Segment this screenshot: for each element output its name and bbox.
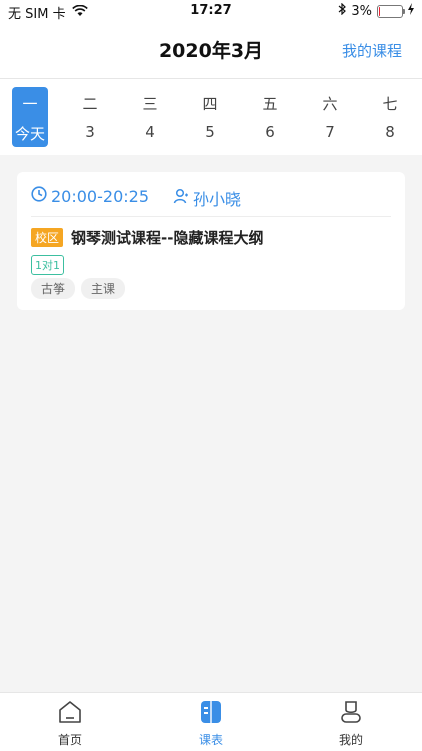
day-date: 7 [325,123,335,141]
course-teacher: 孙小晓 [173,186,241,210]
day-date: 4 [145,123,155,141]
day-date: 3 [85,123,95,141]
teacher-name: 孙小晓 [193,190,242,209]
day-date: 5 [205,123,215,141]
day-date: 8 [385,123,395,141]
schedule-icon [198,701,224,729]
course-name: 钢琴测试课程--隐藏课程大纲 [71,229,264,247]
course-tags: 古筝 主课 [31,278,126,299]
charging-icon [408,3,414,19]
tab-home[interactable]: 首页 [30,699,110,748]
day-weekday: 四 [202,95,218,113]
day-date: 今天 [14,125,45,143]
profile-icon [338,701,364,729]
tab-label: 课表 [198,733,223,747]
my-courses-button[interactable]: 我的课程 [342,40,402,61]
day-saturday[interactable]: 六 7 [312,87,348,147]
day-weekday: 一 [22,95,38,113]
campus-badge: 校区 [31,228,64,247]
day-wednesday[interactable]: 三 4 [132,87,168,147]
course-card[interactable]: 20:00-20:25 孙小晓 校区 钢琴测试课程--隐藏课程大纲 1对1 古筝… [17,172,405,310]
day-friday[interactable]: 五 6 [252,87,288,147]
week-selector: 一 今天 二 3 三 4 四 5 五 6 六 7 七 8 [0,79,422,155]
status-bar: 无 SIM 卡 17:27 3% [0,0,422,22]
day-weekday: 五 [262,95,278,113]
day-weekday: 二 [82,95,98,113]
day-sunday[interactable]: 七 8 [372,87,408,147]
day-weekday: 六 [322,95,338,113]
tab-schedule[interactable]: 课表 [171,699,251,748]
course-time: 20:00-20:25 [31,186,149,206]
day-tuesday[interactable]: 二 3 [72,87,108,147]
course-title-row: 校区 钢琴测试课程--隐藏课程大纲 [31,227,263,248]
tab-label: 首页 [57,733,82,747]
day-thursday[interactable]: 四 5 [192,87,228,147]
day-monday[interactable]: 一 今天 [12,87,48,147]
battery-icon [377,4,405,18]
day-weekday: 七 [382,95,398,113]
tab-label: 我的 [338,733,363,747]
battery-percent: 3% [351,3,372,19]
tab-bar: 首页 课表 我的 [0,692,422,751]
battery-level [379,6,380,16]
course-tag: 主课 [81,278,126,299]
day-date: 6 [265,123,275,141]
teacher-icon [173,188,189,208]
home-icon [57,701,83,729]
clock-icon [31,186,47,206]
card-divider [31,216,391,217]
bluetooth-icon [338,2,347,19]
class-type-badge: 1对1 [31,255,64,275]
status-right: 3% [338,2,414,19]
day-weekday: 三 [142,95,158,113]
time-range: 20:00-20:25 [51,186,149,206]
nav-bar: 2020年3月 我的课程 [0,22,422,79]
course-tag: 古筝 [31,278,76,299]
tab-profile[interactable]: 我的 [311,699,391,748]
